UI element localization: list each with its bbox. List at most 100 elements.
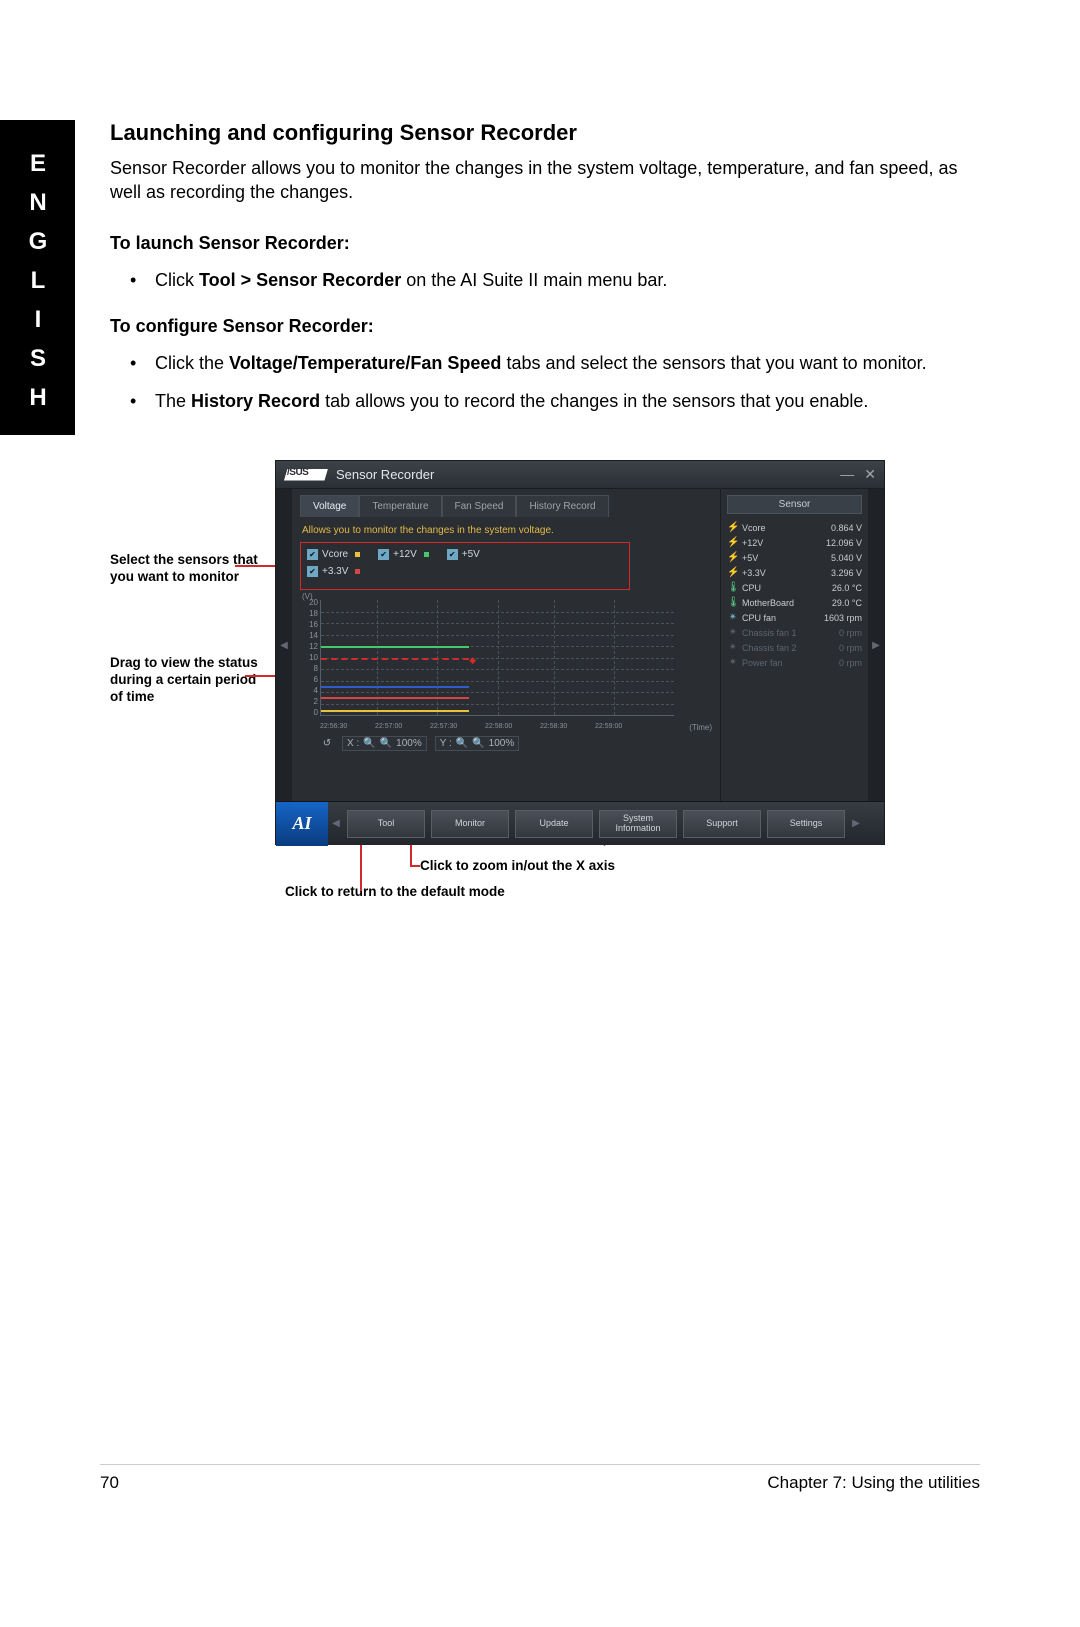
sensor-value: 5.040 V [831, 553, 862, 563]
x-axis-label: (Time) [689, 723, 712, 732]
sensor-select-area: ✔Vcore ✔+12V ✔+5V ✔+3.3V [300, 542, 630, 590]
sensor-name: CPU [742, 583, 761, 593]
section-heading: Launching and configuring Sensor Recorde… [110, 120, 970, 146]
sensor-name: +5V [742, 553, 758, 563]
trace-vcore [321, 710, 469, 712]
sensor-row: ⚡+3.3V 3.296 V [727, 565, 862, 580]
close-icon[interactable]: ✕ [864, 466, 876, 483]
sensor-type-icon: ⚡ [727, 537, 739, 548]
scroll-right-button[interactable]: ▶ [868, 489, 884, 801]
sensor-name: CPU fan [742, 613, 776, 623]
sensor-row: ✴CPU fan 1603 rpm [727, 610, 862, 625]
page-content: Launching and configuring Sensor Recorde… [110, 120, 970, 437]
tab-description: Allows you to monitor the changes in the… [302, 525, 712, 536]
trace-5v [321, 686, 469, 688]
window-title: Sensor Recorder [336, 467, 434, 482]
sensor-row: ✴Power fan0 rpm [727, 655, 862, 670]
tab-temperature[interactable]: Temperature [359, 495, 441, 517]
sensor-row: ✴Chassis fan 1 0 rpm [727, 625, 862, 640]
zoom-x-control[interactable]: X :🔍🔍100% [342, 736, 427, 751]
zoom-in-icon[interactable]: 🔍 [363, 738, 375, 749]
sensor-value: 0.864 V [831, 523, 862, 533]
tab-fan-speed[interactable]: Fan Speed [442, 495, 517, 517]
bottom-update-button[interactable]: Update [515, 810, 593, 838]
sensor-type-icon: ✴ [727, 612, 739, 623]
launch-step: Click Tool > Sensor Recorder on the AI S… [110, 268, 970, 292]
sensor-name: Power fan [742, 658, 783, 668]
nav-right-button[interactable]: ▶ [848, 818, 864, 829]
voltage-chart[interactable]: (V) 20 18 16 14 12 10 8 6 4 2 0 [300, 596, 712, 738]
bottom-monitor-button[interactable]: Monitor [431, 810, 509, 838]
launch-heading: To launch Sensor Recorder: [110, 233, 970, 254]
minimize-icon[interactable]: — [840, 466, 854, 483]
sensor-row: 🌡MotherBoard 29.0 °C [727, 595, 862, 610]
callout-drag-period: Drag to view the status during a certain… [110, 655, 270, 706]
sensor-value: 1603 rpm [824, 613, 862, 623]
sensor-name: +3.3V [742, 568, 766, 578]
callout-reset: Click to return to the default mode [285, 884, 505, 901]
callout-zoom-x: Click to zoom in/out the X axis [420, 858, 615, 875]
sensor-type-icon: ✴ [727, 657, 739, 668]
checkbox-5v[interactable]: ✔+5V [447, 549, 480, 560]
sensor-recorder-window: Sensor Recorder — ✕ ◀ Voltage Temperatur… [275, 460, 885, 845]
zoom-controls: ↺ X :🔍🔍100% Y :🔍🔍100% [320, 736, 712, 751]
asus-logo [284, 469, 328, 481]
bottom-tool-button[interactable]: Tool [347, 810, 425, 838]
sensor-value: 3.296 V [831, 568, 862, 578]
tab-voltage[interactable]: Voltage [300, 495, 359, 517]
trace-3v3 [321, 697, 469, 699]
configure-heading: To configure Sensor Recorder: [110, 316, 970, 337]
bottom-settings-button[interactable]: Settings [767, 810, 845, 838]
checkbox-3v3[interactable]: ✔+3.3V [307, 566, 360, 577]
sensor-panel-heading: Sensor [727, 495, 862, 514]
sensor-row: ⚡+5V 5.040 V [727, 550, 862, 565]
side-language-bar: ENGLISH [0, 120, 75, 435]
bottom-support-button[interactable]: Support [683, 810, 761, 838]
zoom-out-icon[interactable]: 🔍 [472, 738, 484, 749]
sensor-type-icon: ⚡ [727, 522, 739, 533]
sensor-name: Chassis fan 1 [742, 628, 797, 638]
page-footer: 70 Chapter 7: Using the utilities [100, 1464, 980, 1493]
side-language-text: ENGLISH [24, 150, 52, 423]
sensor-row: 🌡CPU 26.0 °C [727, 580, 862, 595]
sensor-value: 29.0 °C [832, 598, 862, 608]
sensor-value: 0 rpm [839, 628, 862, 638]
sensor-value: 0 rpm [839, 643, 862, 653]
scroll-left-button[interactable]: ◀ [276, 489, 292, 801]
app-bottom-bar: AI ◀ Tool Monitor Update System Informat… [276, 801, 884, 845]
zoom-in-icon[interactable]: 🔍 [456, 738, 468, 749]
sensor-type-icon: ✴ [727, 642, 739, 653]
sensor-type-icon: ⚡ [727, 567, 739, 578]
trace-12v [321, 646, 469, 648]
sensor-row: ⚡Vcore 0.864 V [727, 520, 862, 535]
configure-step-tabs: Click the Voltage/Temperature/Fan Speed … [110, 351, 970, 375]
configure-step-history: The History Record tab allows you to rec… [110, 389, 970, 413]
title-bar[interactable]: Sensor Recorder — ✕ [276, 461, 884, 489]
zoom-reset-button[interactable]: ↺ [320, 737, 334, 751]
main-panel: Voltage Temperature Fan Speed History Re… [292, 489, 720, 801]
callout-select-sensors: Select the sensors that you want to moni… [110, 552, 270, 586]
legend-dot-12v [424, 552, 429, 557]
checkbox-12v[interactable]: ✔+12V [378, 549, 429, 560]
tab-history-record[interactable]: History Record [516, 495, 608, 517]
trace-red [321, 658, 469, 660]
sensor-value: 26.0 °C [832, 583, 862, 593]
sensor-type-icon: ⚡ [727, 552, 739, 563]
nav-left-button[interactable]: ◀ [328, 818, 344, 829]
trace-marker: ◆ [469, 655, 476, 666]
sensor-value: 12.096 V [826, 538, 862, 548]
bottom-sysinfo-button[interactable]: System Information [599, 810, 677, 838]
ai-suite-logo[interactable]: AI [276, 802, 328, 846]
screenshot-figure: Select the sensors that you want to moni… [110, 460, 970, 900]
sensor-type-icon: ✴ [727, 627, 739, 638]
sensor-name: +12V [742, 538, 763, 548]
sensor-type-icon: 🌡 [727, 582, 739, 593]
sensor-side-panel: Sensor ⚡Vcore0.864 V⚡+12V12.096 V⚡+5V5.0… [720, 489, 868, 801]
sensor-name: Vcore [742, 523, 766, 533]
zoom-y-control[interactable]: Y :🔍🔍100% [435, 736, 520, 751]
sensor-type-icon: 🌡 [727, 597, 739, 608]
sensor-name: MotherBoard [742, 598, 794, 608]
zoom-out-icon[interactable]: 🔍 [380, 738, 392, 749]
plot-area[interactable]: ◆ [320, 600, 674, 716]
checkbox-vcore[interactable]: ✔Vcore [307, 549, 360, 560]
